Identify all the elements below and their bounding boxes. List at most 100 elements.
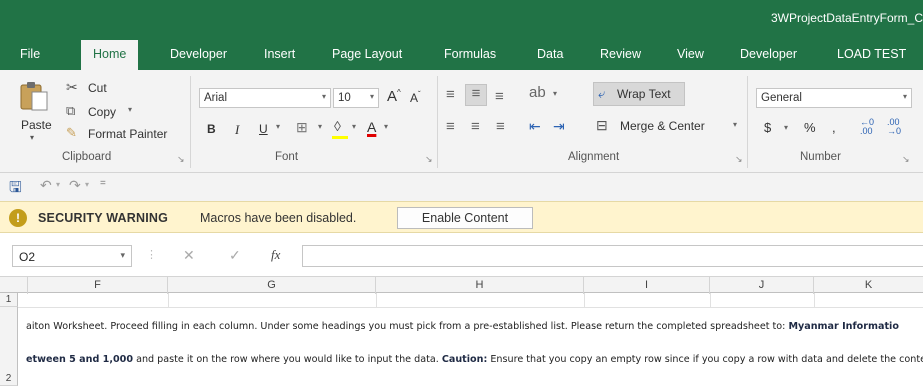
underline-button[interactable]: U [259, 122, 268, 136]
tab-page-layout[interactable]: Page Layout [332, 47, 402, 61]
security-warning-bar: ! SECURITY WARNING Macros have been disa… [0, 201, 923, 233]
paintbrush-icon: ✎ [66, 125, 77, 140]
copy-label: Copy [88, 105, 117, 119]
tab-developer[interactable]: Developer [170, 47, 227, 61]
undo-icon[interactable]: ↶ [40, 177, 52, 194]
column-gridline [376, 293, 377, 307]
formula-input[interactable] [302, 245, 923, 267]
font-group-label: Font [275, 151, 299, 163]
chevron-down-icon[interactable]: ▾ [553, 89, 557, 98]
format-painter-button[interactable]: ✎ Format Painter [66, 125, 186, 143]
enable-content-button[interactable]: Enable Content [397, 207, 533, 229]
number-format-combo[interactable]: General ▾ [756, 88, 912, 108]
tab-home[interactable]: Home [81, 40, 139, 70]
group-separator [747, 76, 748, 168]
cut-button[interactable]: ✂ Cut [66, 79, 126, 97]
font-color-icon[interactable]: A [367, 119, 376, 135]
decrease-indent-icon[interactable]: ⇤ [529, 118, 541, 135]
column-header-g[interactable]: G [168, 277, 376, 294]
column-header-h[interactable]: H [376, 277, 584, 294]
copy-button[interactable]: ⧉ Copy ▾ [66, 103, 146, 121]
tab-file[interactable]: File [20, 47, 40, 61]
increase-decimal-icon[interactable]: ←0.00 [860, 118, 874, 136]
font-name-value: Arial [204, 92, 228, 104]
increase-font-icon[interactable]: A^ [387, 88, 401, 105]
customize-qat-icon[interactable]: = [100, 178, 106, 189]
select-all-corner[interactable] [0, 277, 28, 294]
chevron-down-icon[interactable]: ▾ [352, 122, 356, 131]
title-bar: 3WProjectDataEntryForm_C [0, 0, 923, 36]
column-gridline [710, 293, 711, 307]
instruction-line-1[interactable]: aiton Worksheet. Proceed filling in each… [26, 321, 923, 332]
paste-button[interactable]: Paste ▾ [14, 78, 54, 150]
column-gridline [584, 293, 585, 307]
chevron-down-icon[interactable]: ▾ [318, 122, 322, 131]
comma-button[interactable]: , [832, 120, 836, 135]
tab-data[interactable]: Data [537, 47, 563, 61]
increase-indent-icon[interactable]: ⇥ [553, 118, 565, 135]
wrap-text-button[interactable]: ⤶ Wrap Text [593, 82, 685, 106]
tab-insert[interactable]: Insert [264, 47, 295, 61]
merge-icon: ⊟ [596, 117, 608, 133]
merge-center-button[interactable]: ⊟ Merge & Center ▾ [596, 116, 746, 138]
paste-label: Paste [21, 118, 52, 132]
wrap-text-icon: ⤶ [598, 86, 606, 101]
align-left-icon[interactable]: ≡ [446, 118, 455, 135]
tab-formulas[interactable]: Formulas [444, 47, 496, 61]
redo-icon[interactable]: ↷ [69, 177, 81, 194]
row-header-1[interactable]: 1 [0, 293, 18, 307]
dialog-launcher-icon[interactable]: ↘ [425, 154, 433, 165]
tab-developer-2[interactable]: Developer [740, 47, 797, 61]
enter-icon[interactable]: ✓ [229, 247, 241, 264]
dialog-launcher-icon[interactable]: ↘ [902, 154, 910, 165]
name-box-value: O2 [19, 250, 36, 264]
caution-label: Caution: [441, 354, 488, 365]
instruction-line-2[interactable]: etween 5 and 1,000 and paste it on the r… [26, 354, 923, 365]
instruction-emphasis: Myanmar Informatio [788, 321, 899, 332]
tab-load-test[interactable]: LOAD TEST [837, 47, 906, 61]
ribbon: Paste ▾ ✂ Cut ⧉ Copy ▾ ✎ Format Painter … [0, 70, 923, 173]
column-header-i[interactable]: I [584, 277, 710, 294]
font-size-combo[interactable]: 10 ▾ [333, 88, 379, 108]
align-bottom-icon[interactable]: ≡ [495, 88, 504, 105]
clipboard-group-label: Clipboard [62, 151, 112, 163]
borders-icon[interactable]: ⊞ [296, 119, 308, 136]
number-group-label: Number [800, 151, 841, 163]
cancel-icon[interactable]: ✕ [183, 247, 195, 264]
format-painter-label: Format Painter [88, 127, 168, 141]
insert-function-icon[interactable]: fx [271, 247, 280, 263]
decrease-font-icon[interactable]: Aˇ [410, 90, 421, 105]
tab-view[interactable]: View [677, 47, 704, 61]
paste-icon [20, 82, 48, 111]
chevron-down-icon[interactable]: ▾ [56, 180, 60, 189]
save-icon[interactable]: 🖫 [9, 177, 22, 202]
name-box[interactable]: O2 ▾ [12, 245, 132, 267]
chevron-down-icon[interactable]: ▾ [784, 123, 788, 132]
orientation-icon[interactable]: ab [529, 84, 546, 101]
currency-button[interactable]: $ [764, 120, 771, 135]
align-middle-icon[interactable]: ≡ [465, 84, 487, 106]
tab-review[interactable]: Review [600, 47, 641, 61]
dialog-launcher-icon[interactable]: ↘ [177, 154, 185, 165]
chevron-down-icon[interactable]: ▾ [85, 180, 89, 189]
instruction-emphasis: etween 5 and 1,000 [26, 354, 134, 365]
font-name-combo[interactable]: Arial ▾ [199, 88, 331, 108]
chevron-down-icon[interactable]: ▾ [384, 122, 388, 131]
decrease-decimal-icon[interactable]: .00 →0 [887, 118, 901, 136]
column-header-f[interactable]: F [28, 277, 168, 294]
chevron-down-icon[interactable]: ▾ [276, 122, 280, 131]
bold-button[interactable]: B [207, 122, 216, 136]
font-size-value: 10 [338, 92, 351, 104]
chevron-down-icon: ▾ [120, 250, 125, 260]
align-top-icon[interactable]: ≡ [446, 86, 455, 103]
italic-button[interactable]: I [235, 122, 239, 138]
row-header-2[interactable]: 2 [0, 307, 18, 386]
chevron-down-icon: ▾ [369, 92, 374, 101]
dialog-launcher-icon[interactable]: ↘ [735, 154, 743, 165]
align-right-icon[interactable]: ≡ [496, 118, 505, 135]
column-header-j[interactable]: J [710, 277, 814, 294]
align-center-icon[interactable]: ≡ [471, 118, 480, 135]
fill-color-icon[interactable]: ◊ [334, 118, 341, 134]
column-header-k[interactable]: K [814, 277, 923, 294]
percent-button[interactable]: % [804, 120, 816, 135]
